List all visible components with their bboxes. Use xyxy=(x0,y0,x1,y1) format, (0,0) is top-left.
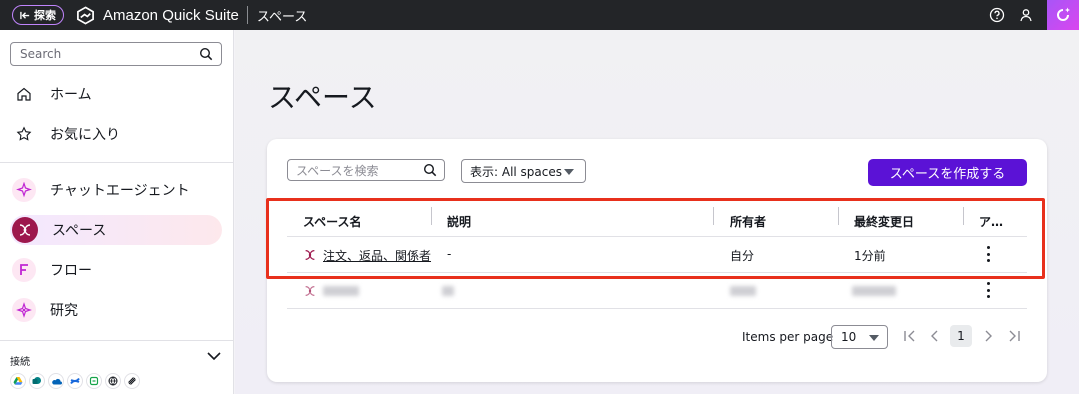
space-search-input[interactable]: スペースを検索 xyxy=(287,159,445,181)
sidebar-item-label: スペース xyxy=(52,223,107,239)
explore-label: 探索 xyxy=(34,9,56,22)
column-header-description[interactable]: 説明 xyxy=(447,213,471,230)
table-row xyxy=(287,273,1027,309)
column-resizer[interactable] xyxy=(431,207,432,225)
column-header-owner[interactable]: 所有者 xyxy=(730,213,766,230)
home-icon xyxy=(17,87,31,101)
sidebar-item-research[interactable]: 研究 xyxy=(10,295,222,325)
sidebar-item-home[interactable]: ホーム xyxy=(10,79,222,109)
chat-agent-icon xyxy=(16,182,32,198)
google-drive-icon[interactable] xyxy=(10,373,26,389)
space-search-placeholder: スペースを検索 xyxy=(296,163,379,178)
sidebar-item-chat-agents[interactable]: チャットエージェント xyxy=(10,175,222,205)
title-divider xyxy=(246,6,248,24)
sidebar-divider xyxy=(0,340,234,341)
caret-down-icon xyxy=(564,169,574,175)
user-icon[interactable] xyxy=(1018,7,1034,23)
sidebar-item-flows[interactable]: フロー xyxy=(10,255,222,285)
sidebar-divider xyxy=(0,162,234,163)
column-header-name[interactable]: スペース名 xyxy=(303,213,362,230)
caret-down-icon xyxy=(869,335,879,341)
space-name-link[interactable]: 注文、返品、関係者 xyxy=(323,247,431,264)
table-header: スペース名 説明 所有者 最終変更日 ア… xyxy=(287,203,1027,237)
search-icon xyxy=(423,163,437,177)
spaces-table-card: スペースを検索 表示: All spaces スペースを作成する スペース名 説… xyxy=(267,139,1047,382)
collapse-left-icon xyxy=(20,11,30,19)
first-page-icon[interactable] xyxy=(903,329,917,343)
sidebar-item-label: 研究 xyxy=(50,303,78,319)
view-filter-select[interactable]: 表示: All spaces xyxy=(461,159,586,183)
search-icon xyxy=(199,47,213,61)
sidebar-item-favorites[interactable]: お気に入り xyxy=(10,119,222,149)
confluence-icon[interactable] xyxy=(67,373,83,389)
items-per-page-value: 10 xyxy=(841,330,857,344)
redacted-owner xyxy=(730,286,756,296)
space-owner: 自分 xyxy=(730,249,755,263)
last-page-icon[interactable] xyxy=(1007,329,1021,343)
flow-icon xyxy=(20,264,28,275)
column-resizer[interactable] xyxy=(713,207,714,225)
sharepoint-icon[interactable] xyxy=(29,373,45,389)
row-actions-menu-icon[interactable] xyxy=(985,246,991,262)
table-row: 注文、返品、関係者 - 自分 1分前 xyxy=(287,237,1027,273)
onedrive-icon[interactable] xyxy=(48,373,64,389)
ai-assistant-button[interactable] xyxy=(1047,0,1079,30)
spaces-icon xyxy=(305,250,315,260)
column-header-modified[interactable]: 最終変更日 xyxy=(854,213,914,230)
redacted-modified xyxy=(852,286,896,296)
row-actions-menu-icon[interactable] xyxy=(985,282,991,298)
research-icon xyxy=(16,302,32,318)
app-title: Amazon Quick Suite xyxy=(103,6,239,24)
chevron-down-icon[interactable] xyxy=(206,350,222,362)
next-page-icon[interactable] xyxy=(981,329,995,343)
connector-list xyxy=(10,373,140,389)
sidebar-search-placeholder: Search xyxy=(20,47,62,61)
sidebar-item-label: ホーム xyxy=(50,87,92,103)
space-modified: 1分前 xyxy=(854,249,886,263)
sidebar-search-input[interactable]: Search xyxy=(10,42,222,66)
space-description: - xyxy=(447,247,452,261)
explore-button[interactable]: 探索 xyxy=(12,5,64,25)
items-per-page-label: Items per page xyxy=(742,330,834,344)
quick-suite-logo-icon xyxy=(77,5,94,25)
column-resizer[interactable] xyxy=(963,207,964,225)
view-filter-value: 表示: All spaces xyxy=(470,164,563,179)
column-resizer[interactable] xyxy=(838,207,839,225)
pagination: Items per page 10 1 xyxy=(267,323,1047,353)
items-per-page-select[interactable]: 10 xyxy=(831,325,888,349)
web-icon[interactable] xyxy=(105,373,121,389)
top-bar: 探索 Amazon Quick Suite スペース xyxy=(0,0,1079,30)
box-icon[interactable] xyxy=(86,373,102,389)
redacted-description xyxy=(442,286,454,296)
spaces-icon xyxy=(19,224,31,236)
sidebar-item-label: チャットエージェント xyxy=(50,183,190,199)
current-page-button[interactable]: 1 xyxy=(950,325,972,347)
sidebar: Search ホーム お気に入り チャットエージェント スペース フロー 研究 … xyxy=(0,30,234,394)
redacted-space-name[interactable] xyxy=(323,286,359,296)
spaces-icon xyxy=(305,286,315,296)
sidebar-item-label: お気に入り xyxy=(50,127,120,143)
ai-assistant-icon xyxy=(1057,7,1070,21)
create-space-button[interactable]: スペースを作成する xyxy=(868,159,1027,186)
connections-label: 接続 xyxy=(10,357,30,368)
previous-page-icon[interactable] xyxy=(928,329,942,343)
help-icon[interactable] xyxy=(989,7,1005,23)
sidebar-item-spaces[interactable]: スペース xyxy=(10,215,222,245)
page-title: スペース xyxy=(268,81,377,114)
sidebar-item-label: フロー xyxy=(50,263,92,279)
star-icon xyxy=(16,126,32,141)
other-icon[interactable] xyxy=(124,373,140,389)
page-breadcrumb: スペース xyxy=(256,9,308,25)
column-header-actions[interactable]: ア… xyxy=(979,213,1003,230)
